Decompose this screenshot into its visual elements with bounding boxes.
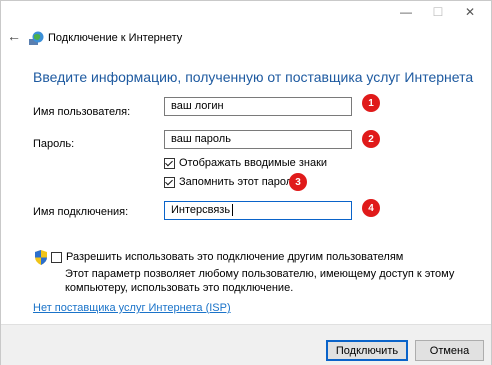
connection-name-field[interactable]: Интерсвязь bbox=[164, 201, 352, 220]
allow-sharing-checkbox[interactable] bbox=[51, 251, 62, 263]
window-title: Подключение к Интернету bbox=[48, 32, 183, 44]
page-heading: Введите информацию, полученную от постав… bbox=[33, 69, 474, 85]
password-field[interactable]: ваш пароль bbox=[164, 130, 352, 149]
back-arrow-icon[interactable]: ← bbox=[7, 28, 21, 44]
connect-button[interactable]: Подключить bbox=[326, 340, 408, 361]
sharing-description: Этот параметр позволяет любому пользоват… bbox=[65, 268, 455, 294]
annotation-badge-1: 1 bbox=[362, 94, 380, 112]
password-label: Пароль: bbox=[33, 138, 75, 150]
title-bar: — ☐ ✕ bbox=[1, 1, 491, 26]
remember-password-label: Запомнить этот пароль bbox=[179, 176, 298, 188]
no-isp-link[interactable]: Нет поставщика услуг Интернета (ISP) bbox=[33, 302, 231, 314]
network-globe-icon bbox=[29, 31, 44, 45]
annotation-badge-4: 4 bbox=[362, 199, 380, 217]
show-characters-option[interactable]: Отображать вводимые знаки bbox=[164, 157, 327, 169]
remember-password-option[interactable]: Запомнить этот пароль bbox=[164, 176, 298, 188]
maximize-button[interactable]: ☐ bbox=[431, 5, 445, 19]
connection-name-label: Имя подключения: bbox=[33, 206, 129, 218]
cancel-button[interactable]: Отмена bbox=[415, 340, 484, 361]
username-label: Имя пользователя: bbox=[33, 106, 131, 118]
uac-shield-icon bbox=[35, 250, 47, 265]
username-field[interactable]: ваш логин bbox=[164, 97, 352, 116]
annotation-badge-2: 2 bbox=[362, 130, 380, 148]
close-button[interactable]: ✕ bbox=[463, 5, 477, 19]
dialog-window: — ☐ ✕ ← Подключение к Интернету Введите … bbox=[0, 0, 492, 365]
allow-sharing-option[interactable]: Разрешить использовать это подключение д… bbox=[51, 251, 403, 263]
allow-sharing-label: Разрешить использовать это подключение д… bbox=[66, 251, 404, 263]
text-caret bbox=[232, 204, 234, 217]
connection-name-value: Интерсвязь bbox=[171, 204, 231, 216]
show-characters-label: Отображать вводимые знаки bbox=[179, 157, 328, 169]
show-characters-checkbox[interactable] bbox=[164, 157, 175, 169]
minimize-button[interactable]: — bbox=[399, 5, 413, 19]
annotation-badge-3: 3 bbox=[289, 173, 307, 191]
remember-password-checkbox[interactable] bbox=[164, 176, 175, 188]
dialog-header: ← Подключение к Интернету bbox=[1, 28, 491, 48]
